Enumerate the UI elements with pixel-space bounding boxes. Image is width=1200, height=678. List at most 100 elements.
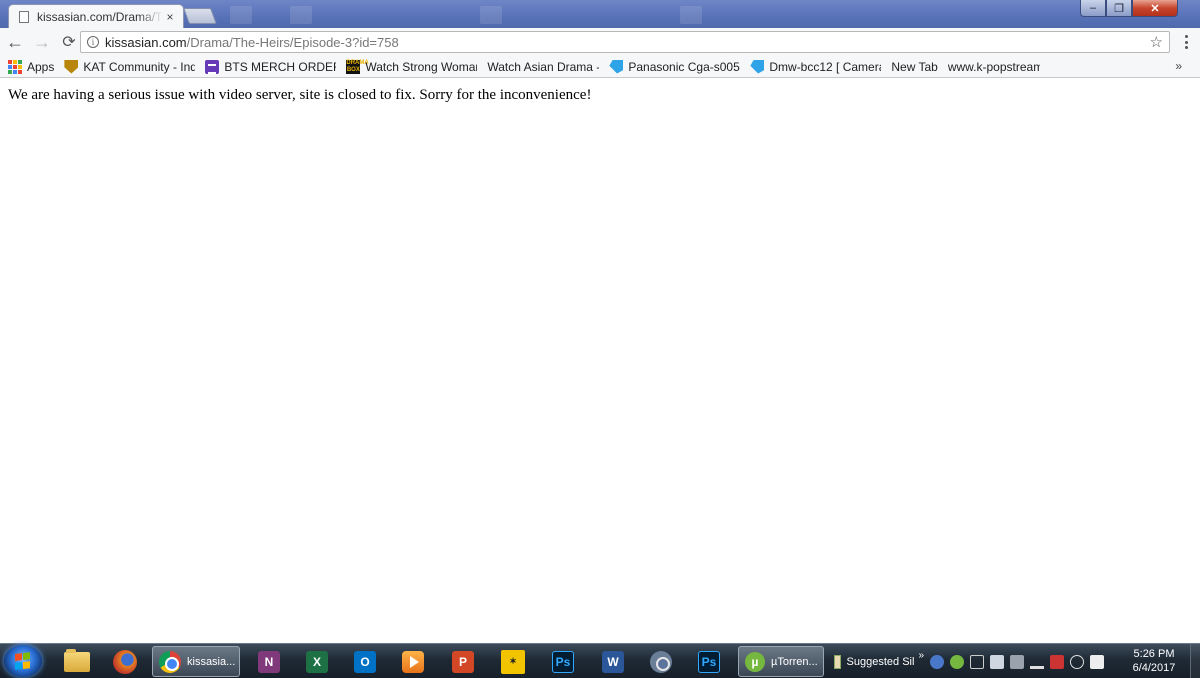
bookmark-label: KAT Community - Indi	[83, 59, 196, 74]
bookmark-kat-community[interactable]: KAT Community - Indi	[64, 57, 195, 77]
bookmark-label: BTS MERCH ORDER FO	[224, 59, 336, 74]
taskbar-photoshop-2[interactable]: Ps	[690, 646, 728, 677]
bookmark-star-icon[interactable]: ☆	[1150, 33, 1163, 51]
tag-icon	[609, 59, 624, 74]
browser-toolbar: ← → ⟳ i kissasian.com/Drama/The-Heirs/Ep…	[0, 28, 1200, 56]
power-plug-icon[interactable]	[1090, 655, 1104, 669]
menu-icon[interactable]	[1178, 34, 1194, 50]
taskbar-clock[interactable]: 5:26 PM 6/4/2017	[1124, 647, 1184, 675]
minimize-button[interactable]: –	[1080, 0, 1106, 17]
taskbar-chrome-active[interactable]: kissasia...	[152, 646, 240, 677]
bookmark-label: New Tab	[891, 59, 938, 74]
chrome-icon	[159, 650, 181, 673]
taskbar-utorrent[interactable]: µ µTorren...	[738, 646, 824, 677]
clock-time: 5:26 PM	[1133, 648, 1175, 660]
volume-icon[interactable]	[1070, 655, 1084, 669]
system-tray	[930, 652, 1110, 672]
title-bar: kissasian.com/Drama/The-Heirs/Episode-3?…	[0, 0, 1200, 28]
arrows-tray-icon[interactable]	[970, 655, 984, 669]
chrome-tray-icon[interactable]	[930, 655, 944, 669]
taskbar-kakaotalk[interactable]: ✶	[494, 646, 532, 677]
bookmark-watch-asian-drama[interactable]: Watch Asian Drama -	[487, 57, 599, 77]
taskbar-outlook[interactable]: O	[346, 646, 384, 677]
windows-logo-icon	[15, 652, 31, 670]
close-window-button[interactable]: ✕	[1132, 0, 1178, 17]
bookmark-new-tab[interactable]: New Tab	[891, 57, 937, 77]
taskbar-onenote[interactable]: N	[250, 646, 288, 677]
taskbar: kissasia... N X O P ✶ Ps W Ps µ µTorren.…	[0, 643, 1200, 678]
excel-icon: X	[306, 650, 328, 673]
background-blur	[230, 6, 252, 24]
back-button[interactable]: ←	[3, 30, 27, 54]
taskbar-chrome-2[interactable]	[642, 646, 680, 677]
page-icon	[19, 10, 29, 23]
bookmark-panasonic[interactable]: Panasonic Cga-s005e	[609, 57, 740, 77]
bookmark-label: Panasonic Cga-s005e	[628, 59, 741, 74]
taskbar-word[interactable]: W	[592, 646, 634, 677]
bookmark-k-popstream[interactable]: www.k-popstream.com	[948, 57, 1040, 77]
background-blur	[290, 6, 312, 24]
kat-shield-icon	[64, 59, 79, 74]
chrome-icon	[650, 650, 672, 673]
apps-grid-icon	[8, 59, 22, 74]
show-desktop-button[interactable]	[1190, 644, 1200, 678]
url-host: kissasian.com	[105, 34, 187, 50]
dramabox-icon: DRAMA BOX	[346, 59, 369, 74]
maximize-button[interactable]: ❐	[1106, 0, 1132, 17]
taskbar-utorrent-label: µTorren...	[771, 655, 818, 668]
firefox-icon	[113, 649, 137, 674]
page-content: We are having a serious issue with video…	[0, 79, 1200, 643]
forward-button[interactable]: →	[30, 30, 54, 54]
network-tray-icon[interactable]	[1010, 655, 1024, 669]
new-tab-button[interactable]	[183, 8, 217, 24]
bookmark-bts-merch[interactable]: BTS MERCH ORDER FO	[205, 57, 336, 77]
bookmark-dmw-bcc12[interactable]: Dmw-bcc12 [ Camera	[750, 57, 881, 77]
bookmarks-bar: Apps KAT Community - Indi BTS MERCH ORDE…	[0, 56, 1200, 78]
info-icon[interactable]: i	[87, 36, 99, 48]
bookmark-label: Dmw-bcc12 [ Camera	[769, 59, 882, 74]
yellow-app-icon: ✶	[501, 649, 525, 674]
tab-close-icon[interactable]: ×	[163, 10, 177, 24]
taskbar-suggested-sites[interactable]: Suggested Sil »	[834, 646, 924, 677]
clock-date: 6/4/2017	[1132, 662, 1176, 674]
bookmark-strong-woman[interactable]: DRAMA BOX Watch Strong Woman	[346, 57, 477, 77]
folder-icon	[64, 648, 90, 672]
powerpoint-icon: P	[452, 650, 474, 673]
address-bar[interactable]: i kissasian.com/Drama/The-Heirs/Episode-…	[80, 31, 1170, 53]
bookmark-label: www.k-popstream.com	[947, 59, 1040, 74]
taskbar-chrome-label: kissasia...	[187, 655, 236, 668]
taskbar-firefox[interactable]	[106, 646, 144, 677]
browser-tab[interactable]: kissasian.com/Drama/The-Heirs/Episode-3?…	[8, 4, 184, 28]
utorrent-tray-icon[interactable]	[950, 655, 964, 669]
url-path: /Drama/The-Heirs/Episode-3?id=758	[186, 34, 399, 50]
bookmark-apps[interactable]: Apps	[8, 57, 54, 77]
error-flag-icon[interactable]	[1050, 655, 1064, 669]
tag-icon	[750, 59, 765, 74]
bookmark-label: Watch Asian Drama -	[487, 59, 600, 74]
onenote-icon: N	[258, 650, 280, 673]
monitor-tray-icon[interactable]	[990, 655, 1004, 669]
signal-tray-icon[interactable]	[1030, 655, 1044, 669]
google-forms-icon	[205, 59, 220, 74]
tab-title: kissasian.com/Drama/The-Heirs/Episode-3?…	[37, 9, 163, 24]
taskbar-photoshop[interactable]: Ps	[544, 646, 582, 677]
suggested-sites-label: Suggested Sil	[846, 655, 915, 668]
reload-button[interactable]: ⟳	[57, 30, 81, 54]
background-blur	[480, 6, 502, 24]
taskbar-excel[interactable]: X	[298, 646, 336, 677]
page-icon	[834, 654, 841, 669]
background-blur	[680, 6, 702, 24]
bookmarks-overflow-button[interactable]: »	[1175, 59, 1182, 73]
taskbar-overflow[interactable]: »	[918, 650, 924, 661]
utorrent-icon: µ	[745, 651, 765, 672]
taskbar-media-player[interactable]	[394, 646, 432, 677]
outlook-icon: O	[354, 650, 376, 673]
taskbar-explorer[interactable]	[58, 646, 96, 677]
bookmark-label: Apps	[27, 59, 55, 74]
start-button[interactable]	[4, 645, 42, 677]
bookmark-label: Watch Strong Woman	[365, 59, 478, 74]
media-player-icon	[402, 650, 424, 673]
taskbar-powerpoint[interactable]: P	[442, 646, 484, 677]
server-issue-message: We are having a serious issue with video…	[8, 87, 592, 103]
photoshop-icon: Ps	[698, 650, 720, 673]
